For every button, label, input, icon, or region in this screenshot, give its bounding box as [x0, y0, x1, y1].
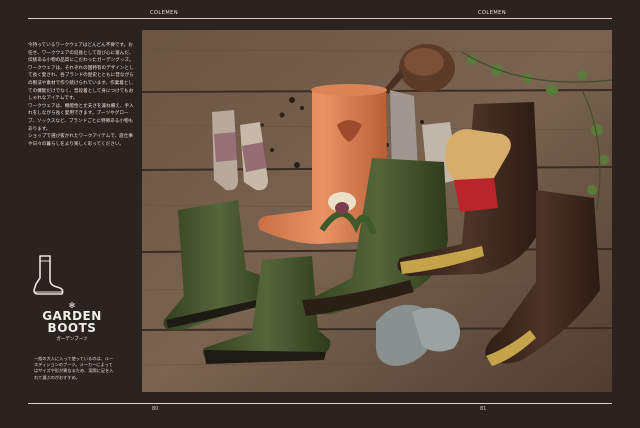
logo-line2: BOOTS [47, 321, 97, 335]
boot-icon [33, 255, 64, 295]
caption-text: 一般の大人に入って使っているのは、ルーエディションのブーツ。メーカーによってはサ… [34, 356, 114, 380]
photo-illustration [142, 30, 612, 392]
page-number-left: 80 [152, 406, 159, 412]
magazine-spread: COLEMEN COLEMEN 今持っているワークウェアはどんどん不要です。お任… [0, 0, 640, 428]
body-paragraph: ワークウェアは、機能性と丈夫さを兼ね備え、手入れをしながら長く愛用できます。ブー… [28, 103, 134, 132]
logo-kana: ガーデンブーツ [56, 337, 88, 342]
garden-boots-photo [142, 30, 612, 392]
garden-boots-logo: ✻ GARDEN BOOTS ガーデンブーツ [40, 302, 104, 343]
bottom-rule [28, 403, 612, 404]
body-text: 今持っているワークウェアはどんどん不要です。お任せ、ワークウェアの延長として遊び… [28, 42, 134, 148]
header-left: COLEMEN [150, 10, 179, 16]
header-right: COLEMEN [478, 10, 507, 16]
body-paragraph: ワークウェアは、それぞれの国特有のデザインとして長く愛され、各ブランドの歴史とと… [28, 65, 134, 102]
body-paragraph: ショップで選び抜かれたワークアイテムで、庭仕事や日々の暮らしをより楽しく彩ってく… [28, 134, 134, 147]
top-rule [28, 18, 612, 19]
page-number-right: 81 [480, 406, 487, 412]
body-paragraph: 今持っているワークウェアはどんどん不要です。お任せ、ワークウェアの延長として遊び… [28, 43, 134, 64]
